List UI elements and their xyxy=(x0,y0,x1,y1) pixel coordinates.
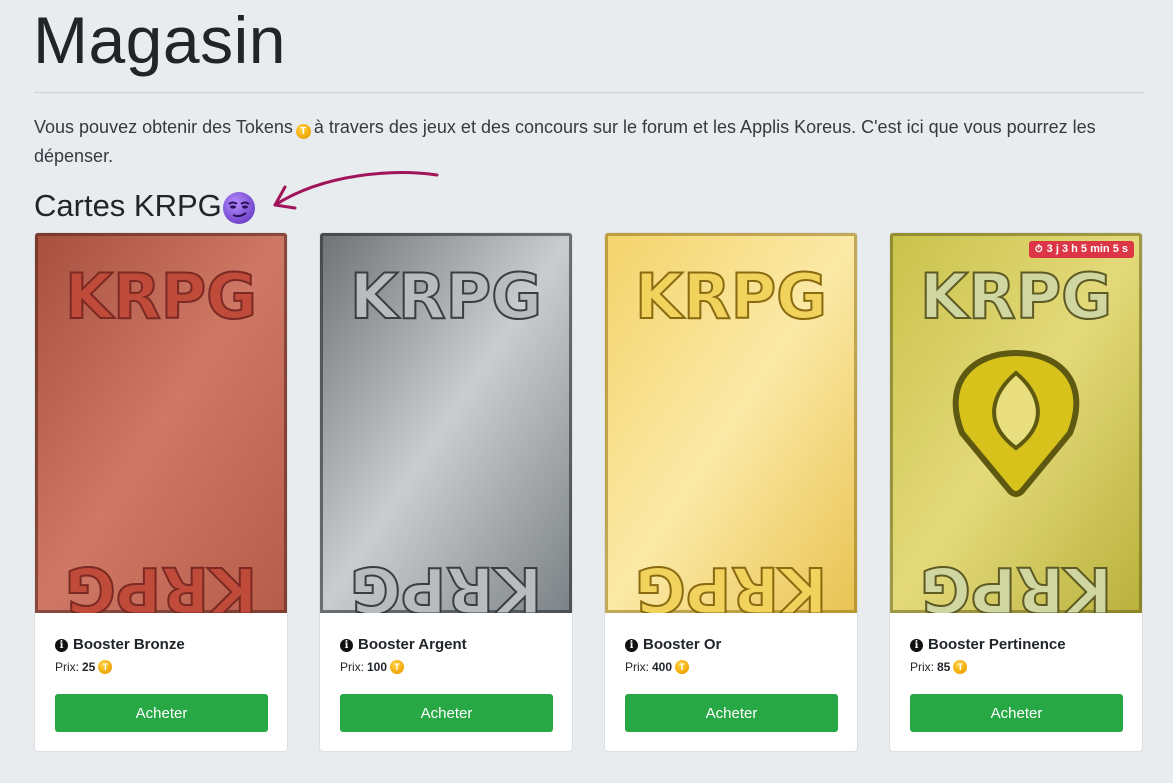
card-body: i Booster Argent Prix: 100 T xyxy=(340,635,552,675)
price-value: 85 xyxy=(937,660,951,674)
countdown-badge: ⏱ 3 j 3 h 5 min 5 s xyxy=(1028,241,1134,258)
card-booster-bronze: KRPG KRPG i Booster Bronze Prix: 25 T Ac… xyxy=(34,232,288,752)
card-title-label: Booster Argent xyxy=(358,636,467,653)
info-icon[interactable]: i xyxy=(910,638,923,652)
booster-pertinence-image: KRPG KRPG xyxy=(890,233,1142,613)
countdown-text: 3 j 3 h 5 min 5 s xyxy=(1046,243,1128,255)
token-coin-icon: T xyxy=(295,124,311,139)
card-price: Prix: 25 T xyxy=(55,659,267,675)
krpg-top-text: KRPG xyxy=(635,260,827,333)
card-booster-pertinence: KRPG KRPG ⏱ 3 j 3 h 5 min 5 s i Booster … xyxy=(889,232,1143,752)
card-title: i Booster Pertinence xyxy=(910,635,1122,655)
card-title: i Booster Argent xyxy=(340,635,552,655)
token-coin-icon: T xyxy=(953,660,968,674)
price-label: Prix: xyxy=(910,660,934,674)
token-coin-icon: T xyxy=(98,660,113,674)
card-title-label: Booster Or xyxy=(643,636,722,653)
card-title-label: Booster Bronze xyxy=(73,636,185,653)
card-body: i Booster Bronze Prix: 25 T xyxy=(55,635,267,675)
krpg-bottom-text: KRPG xyxy=(65,553,257,613)
krpg-top-text: KRPG xyxy=(920,260,1112,333)
buy-button[interactable]: Acheter xyxy=(625,694,838,732)
page-title: Magasin xyxy=(33,3,286,77)
price-value: 25 xyxy=(82,660,96,674)
card-title-label: Booster Pertinence xyxy=(928,636,1066,653)
smirk-emoji-icon xyxy=(223,192,255,224)
krpg-bottom-text: KRPG xyxy=(920,553,1112,613)
price-label: Prix: xyxy=(340,660,364,674)
card-body: i Booster Pertinence Prix: 85 T xyxy=(910,635,1122,675)
price-label: Prix: xyxy=(625,660,649,674)
card-price: Prix: 100 T xyxy=(340,659,552,675)
booster-or-image: KRPG KRPG xyxy=(605,233,857,613)
info-icon[interactable]: i xyxy=(340,638,353,652)
buy-button[interactable]: Acheter xyxy=(55,694,268,732)
info-icon[interactable]: i xyxy=(55,638,68,652)
booster-bronze-image: KRPG KRPG xyxy=(35,233,287,613)
buy-button[interactable]: Acheter xyxy=(910,694,1123,732)
title-divider xyxy=(34,92,1144,93)
card-body: i Booster Or Prix: 400 T xyxy=(625,635,837,675)
krpg-bottom-text: KRPG xyxy=(635,553,827,613)
price-value: 400 xyxy=(652,660,673,674)
card-title: i Booster Or xyxy=(625,635,837,655)
card-booster-or: KRPG KRPG i Booster Or Prix: 400 T Achet… xyxy=(604,232,858,752)
arrow-annotation-icon xyxy=(273,171,439,210)
buy-button[interactable]: Acheter xyxy=(340,694,553,732)
krpg-top-text: KRPG xyxy=(65,260,257,333)
card-title: i Booster Bronze xyxy=(55,635,267,655)
price-value: 100 xyxy=(367,660,388,674)
shop-page: Magasin Vous pouvez obtenir des Tokens Tà… xyxy=(0,0,1173,783)
info-icon[interactable]: i xyxy=(625,638,638,652)
token-coin-icon: T xyxy=(675,660,690,674)
krpg-top-text: KRPG xyxy=(350,260,542,333)
intro-text: Vous pouvez obtenir des Tokens Tà travers… xyxy=(34,113,1154,171)
intro-part-1: Vous pouvez obtenir des Tokens xyxy=(34,117,293,137)
price-label: Prix: xyxy=(55,660,79,674)
stopwatch-icon: ⏱ xyxy=(1034,244,1043,255)
section-title: Cartes KRPG xyxy=(34,188,222,223)
krpg-bottom-text: KRPG xyxy=(350,553,542,613)
card-price: Prix: 400 T xyxy=(625,659,837,675)
booster-argent-image: KRPG KRPG xyxy=(320,233,572,613)
token-coin-icon: T xyxy=(390,660,405,674)
card-price: Prix: 85 T xyxy=(910,659,1122,675)
card-booster-argent: KRPG KRPG i Booster Argent Prix: 100 T A… xyxy=(319,232,573,752)
